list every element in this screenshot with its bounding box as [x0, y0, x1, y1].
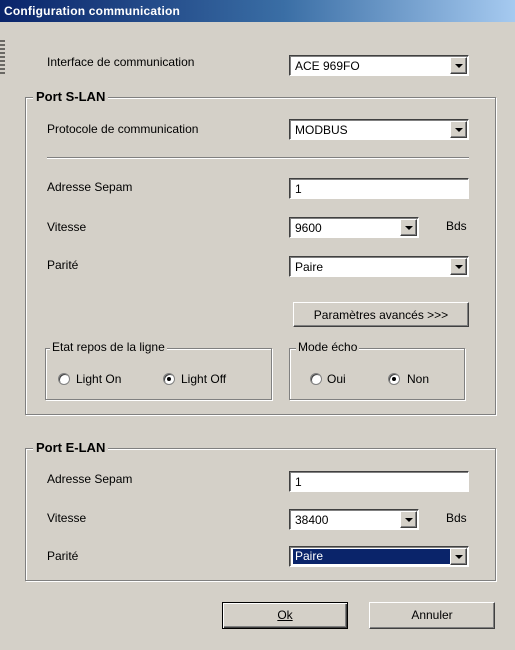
slan-parity-select[interactable]: Paire — [289, 256, 469, 277]
side-marker — [0, 40, 5, 76]
slan-separator — [47, 157, 469, 159]
slan-speed-unit: Bds — [446, 219, 467, 233]
interface-dropdown-icon[interactable] — [450, 57, 467, 74]
slan-address-input[interactable]: 1 — [289, 178, 469, 199]
echo-no-label[interactable]: Non — [407, 372, 429, 386]
ok-button[interactable]: Ok — [222, 602, 348, 629]
elan-parity-value: Paire — [293, 549, 459, 564]
slan-protocol-value: MODBUS — [295, 123, 348, 137]
slan-protocol-dropdown-icon[interactable] — [450, 121, 467, 138]
elan-title: Port E-LAN — [33, 440, 109, 455]
light-off-radio[interactable] — [163, 373, 175, 385]
title-bar: Configuration communication — [0, 0, 515, 22]
elan-speed-value: 38400 — [295, 513, 329, 527]
elan-speed-unit: Bds — [446, 511, 467, 525]
slan-parity-value: Paire — [295, 260, 324, 274]
slan-protocol-select[interactable]: MODBUS — [289, 119, 469, 140]
echo-mode-title: Mode écho — [296, 340, 360, 354]
interface-label: Interface de communication — [47, 55, 195, 69]
interface-select[interactable]: ACE 969FO — [289, 55, 469, 76]
elan-parity-label: Parité — [47, 549, 79, 563]
elan-parity-select[interactable]: Paire — [289, 546, 469, 567]
slan-parity-label: Parité — [47, 258, 79, 272]
slan-address-value: 1 — [295, 182, 302, 196]
slan-protocol-label: Protocole de communication — [47, 122, 199, 136]
slan-title: Port S-LAN — [33, 89, 109, 104]
elan-speed-select[interactable]: 38400 — [289, 509, 419, 530]
echo-yes-radio[interactable] — [310, 373, 322, 385]
elan-speed-dropdown-icon[interactable] — [400, 511, 417, 528]
slan-parity-dropdown-icon[interactable] — [450, 258, 467, 275]
slan-speed-label: Vitesse — [47, 220, 87, 234]
echo-yes-label[interactable]: Oui — [327, 372, 346, 386]
echo-no-radio[interactable] — [388, 373, 400, 385]
light-on-radio[interactable] — [58, 373, 70, 385]
light-on-label[interactable]: Light On — [76, 372, 121, 386]
elan-address-label: Adresse Sepam — [47, 472, 133, 486]
slan-speed-select[interactable]: 9600 — [289, 217, 419, 238]
slan-speed-value: 9600 — [295, 221, 322, 235]
elan-speed-label: Vitesse — [47, 511, 87, 525]
light-off-label[interactable]: Light Off — [181, 372, 226, 386]
cancel-button[interactable]: Annuler — [369, 602, 495, 629]
slan-speed-dropdown-icon[interactable] — [400, 219, 417, 236]
elan-address-input[interactable]: 1 — [289, 471, 469, 492]
interface-value: ACE 969FO — [295, 59, 360, 73]
advanced-parameters-button[interactable]: Paramètres avancés >>> — [293, 302, 469, 327]
slan-address-label: Adresse Sepam — [47, 180, 133, 194]
elan-address-value: 1 — [295, 475, 302, 489]
idle-state-title: Etat repos de la ligne — [50, 340, 167, 354]
elan-parity-dropdown-icon[interactable] — [450, 548, 467, 565]
window-title: Configuration communication — [4, 4, 181, 18]
